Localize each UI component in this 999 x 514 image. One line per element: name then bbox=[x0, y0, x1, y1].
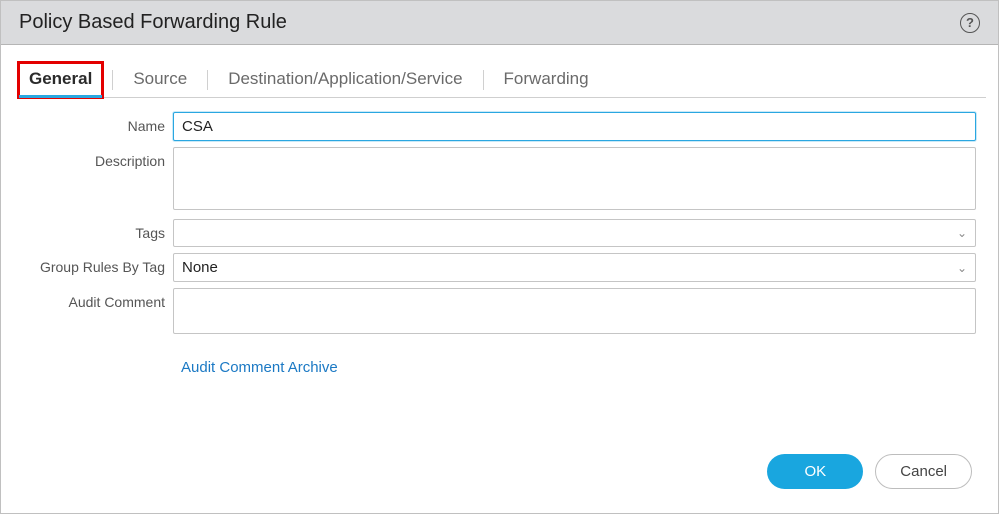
tab-source[interactable]: Source bbox=[123, 63, 197, 97]
chevron-down-icon: ⌄ bbox=[957, 261, 967, 275]
dialog-titlebar: Policy Based Forwarding Rule ? bbox=[1, 1, 998, 45]
row-group-rules: Group Rules By Tag None ⌄ bbox=[13, 253, 976, 282]
tab-strip: General Source Destination/Application/S… bbox=[19, 63, 986, 98]
dialog-footer: OK Cancel bbox=[13, 444, 986, 503]
dialog-body: General Source Destination/Application/S… bbox=[1, 45, 998, 513]
tab-destination-application-service[interactable]: Destination/Application/Service bbox=[218, 63, 472, 97]
audit-comment-label: Audit Comment bbox=[13, 288, 173, 310]
name-label: Name bbox=[13, 112, 173, 134]
general-form: Name Description Tags ⌄ bbox=[13, 98, 986, 376]
audit-comment-input[interactable] bbox=[173, 288, 976, 334]
audit-comment-archive-link[interactable]: Audit Comment Archive bbox=[181, 359, 976, 376]
tab-forwarding[interactable]: Forwarding bbox=[494, 63, 599, 97]
dialog-title: Policy Based Forwarding Rule bbox=[19, 11, 287, 34]
chevron-down-icon: ⌄ bbox=[957, 226, 967, 240]
tab-separator bbox=[207, 70, 208, 90]
tab-separator bbox=[483, 70, 484, 90]
tab-separator bbox=[112, 70, 113, 90]
row-audit-comment: Audit Comment bbox=[13, 288, 976, 337]
row-name: Name bbox=[13, 112, 976, 141]
ok-button[interactable]: OK bbox=[767, 454, 863, 489]
row-description: Description bbox=[13, 147, 976, 213]
pbf-rule-dialog: Policy Based Forwarding Rule ? General S… bbox=[0, 0, 999, 514]
name-input[interactable] bbox=[173, 112, 976, 141]
group-rules-select[interactable]: None ⌄ bbox=[173, 253, 976, 282]
help-icon[interactable]: ? bbox=[960, 13, 980, 33]
row-tags: Tags ⌄ bbox=[13, 219, 976, 247]
group-rules-label: Group Rules By Tag bbox=[13, 253, 173, 275]
tab-general[interactable]: General bbox=[19, 63, 102, 97]
group-rules-value: None bbox=[182, 259, 218, 276]
tags-label: Tags bbox=[13, 219, 173, 241]
cancel-button[interactable]: Cancel bbox=[875, 454, 972, 489]
description-input[interactable] bbox=[173, 147, 976, 210]
description-label: Description bbox=[13, 147, 173, 169]
tags-select[interactable]: ⌄ bbox=[173, 219, 976, 247]
